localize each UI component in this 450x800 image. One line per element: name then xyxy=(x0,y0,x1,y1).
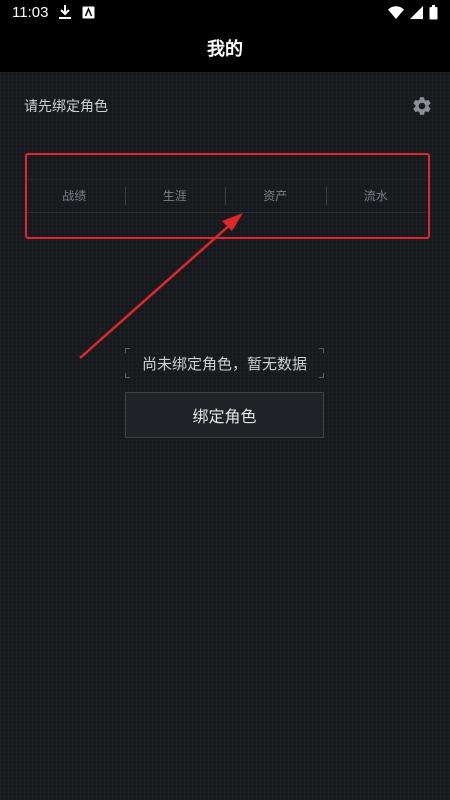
empty-state: 尚未绑定角色，暂无数据 xyxy=(125,348,324,378)
status-time: 11:03 xyxy=(12,3,49,21)
status-right xyxy=(388,4,438,20)
corner-bracket xyxy=(125,348,130,353)
notification-app-icon xyxy=(82,6,95,19)
cellular-signal-icon xyxy=(410,5,423,19)
wifi-icon xyxy=(388,5,404,19)
download-icon xyxy=(58,4,72,20)
status-bar: 11:03 xyxy=(0,0,450,24)
corner-bracket xyxy=(319,373,324,378)
bind-role-button[interactable]: 绑定角色 xyxy=(125,392,324,438)
page-title: 我的 xyxy=(207,39,243,60)
status-left: 11:03 xyxy=(12,4,95,21)
battery-icon xyxy=(429,4,438,20)
empty-state-message: 尚未绑定角色，暂无数据 xyxy=(141,354,307,373)
corner-bracket xyxy=(125,373,130,378)
content: 请先绑定角色 战绩 生涯 资产 流水 尚未绑定角色，暂无数据 绑定角色 xyxy=(0,72,450,800)
title-bar: 我的 xyxy=(0,24,450,72)
corner-bracket xyxy=(319,348,324,353)
